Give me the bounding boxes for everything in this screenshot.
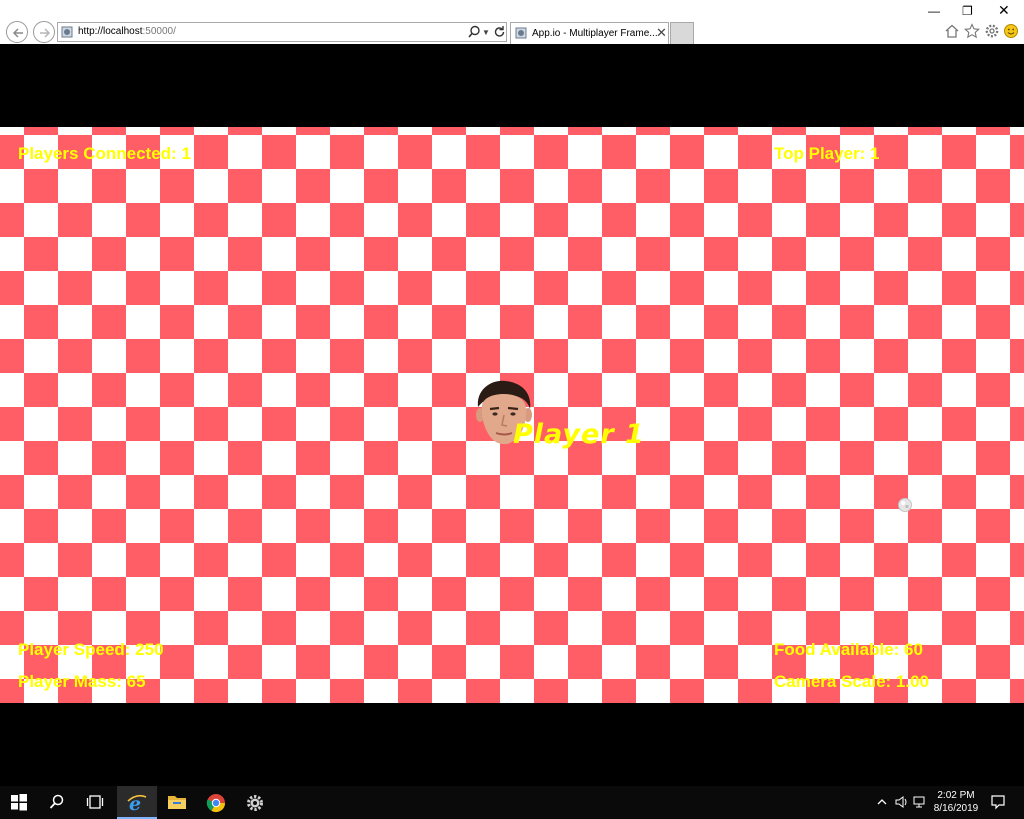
search-icon[interactable] <box>468 25 481 39</box>
clock[interactable]: 2:02 PM 8/16/2019 <box>930 789 982 815</box>
smiley-icon[interactable] <box>1003 23 1019 39</box>
address-dropdown-icon[interactable]: ▼ <box>482 28 490 37</box>
star-icon[interactable] <box>964 23 980 39</box>
refresh-icon[interactable] <box>493 25 506 39</box>
address-url[interactable]: http://localhost:50000/ <box>78 26 176 37</box>
page-icon <box>61 26 73 38</box>
notification-icon[interactable] <box>990 794 1006 810</box>
chrome-icon <box>206 794 225 813</box>
file-explorer-icon <box>168 796 186 809</box>
food-available-label: Food Available: 60 <box>774 640 923 659</box>
clock-time: 2:02 PM <box>937 790 975 801</box>
restore-button[interactable]: ❐ <box>962 4 973 18</box>
start-button[interactable] <box>0 786 40 819</box>
gear-icon[interactable] <box>984 23 1000 39</box>
back-arrow-icon <box>12 28 23 38</box>
player-name-label: Player 1 <box>513 419 645 450</box>
search-icon <box>49 794 64 809</box>
players-connected-label: Players Connected: 1 <box>18 144 191 163</box>
camera-scale-label: Camera Scale: 1.00 <box>774 672 929 691</box>
chevron-up-icon[interactable] <box>876 795 888 809</box>
network-icon[interactable] <box>912 795 928 809</box>
settings-button[interactable] <box>235 786 275 819</box>
top-player-label: Top Player: 1 <box>774 144 880 163</box>
taskbar: e 2:02 PM 8/16/2019 <box>0 786 1024 819</box>
food-pellet <box>898 498 912 512</box>
forward-arrow-icon <box>40 28 51 38</box>
tab-close-button[interactable]: ✕ <box>656 25 667 41</box>
chrome-button[interactable] <box>196 786 236 819</box>
task-view-icon <box>86 795 104 809</box>
browser-chrome: http://localhost:50000/ ▼ App.io - Multi… <box>0 0 1024 44</box>
task-view-button[interactable] <box>76 786 116 819</box>
home-icon[interactable] <box>944 23 960 39</box>
back-button[interactable] <box>6 21 28 43</box>
settings-gear-icon <box>247 795 263 811</box>
game-canvas[interactable]: Players Connected: 1 Top Player: 1 Playe… <box>0 127 1024 703</box>
address-port: :50000/ <box>142 26 176 37</box>
close-window-button[interactable]: ✕ <box>998 2 1010 19</box>
internet-explorer-button[interactable]: e <box>117 786 157 819</box>
browser-tab[interactable]: App.io - Multiplayer Frame... ✕ <box>510 22 669 44</box>
file-explorer-button[interactable] <box>157 786 197 819</box>
tab-title: App.io - Multiplayer Frame... <box>532 28 658 39</box>
player-mass-label: Player Mass: 65 <box>18 672 146 691</box>
page-icon <box>515 27 527 39</box>
forward-button[interactable] <box>33 21 55 43</box>
volume-icon[interactable] <box>894 795 910 809</box>
search-button[interactable] <box>38 786 78 819</box>
internet-explorer-icon: e <box>127 793 147 813</box>
clock-date: 8/16/2019 <box>933 803 979 814</box>
new-tab-button[interactable] <box>670 22 694 44</box>
windows-start-icon <box>11 794 27 811</box>
address-bar[interactable]: http://localhost:50000/ ▼ <box>57 22 507 42</box>
minimize-button[interactable]: — <box>928 4 940 18</box>
address-host: http://localhost <box>78 26 143 37</box>
player-speed-label: Player Speed: 250 <box>18 640 164 659</box>
